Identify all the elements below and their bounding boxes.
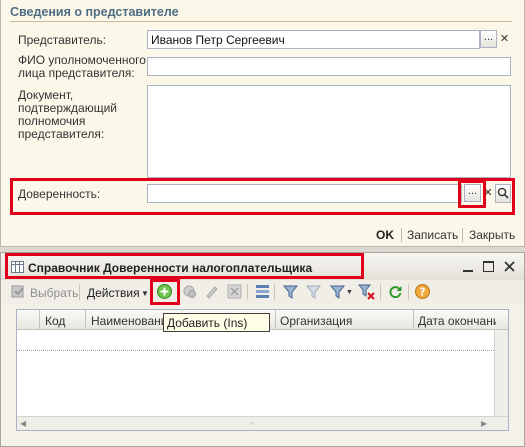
chevron-down-icon: ▼ [141, 289, 149, 298]
save-button[interactable]: Записать [407, 228, 458, 242]
scroll-thumb[interactable]: ◦ [250, 418, 253, 428]
toolbar-divider [408, 284, 409, 300]
chevron-down-icon[interactable]: ▼ [346, 289, 353, 296]
column-code[interactable]: Код [45, 314, 65, 328]
toolbar-divider [247, 284, 248, 300]
column-organization[interactable]: Организация [280, 314, 352, 328]
copy-icon[interactable] [181, 283, 198, 300]
column-name[interactable]: Наименование [91, 314, 164, 328]
representative-value: Иванов Петр Сергеевич [151, 33, 285, 47]
toolbar-divider [380, 284, 381, 300]
horizontal-scrollbar[interactable]: ◀ ◦ ▶ [17, 416, 508, 430]
select-button-highlight [458, 180, 486, 208]
footer-divider [401, 228, 402, 242]
filter-icon[interactable] [282, 283, 299, 300]
choose-button[interactable]: Выбрать [30, 286, 78, 300]
svg-text:?: ? [419, 286, 425, 299]
fio-label-line2: лица представителя: [18, 66, 135, 80]
filter-icon[interactable] [305, 283, 322, 300]
fio-field[interactable] [147, 57, 511, 76]
section-divider [10, 21, 512, 22]
add-tooltip: Добавить (Ins) [163, 313, 270, 332]
delete-icon[interactable] [226, 283, 243, 300]
column-end-date[interactable]: Дата окончани [418, 314, 496, 328]
ok-button[interactable]: OK [376, 228, 394, 242]
footer-divider [462, 228, 463, 242]
hierarchy-icon[interactable] [254, 283, 271, 300]
maximize-icon[interactable] [483, 261, 494, 272]
column-divider [413, 310, 414, 330]
representative-form: Сведения о представителе Представитель: … [0, 0, 525, 247]
doc-label-line4: представителя: [18, 127, 105, 141]
document-textarea[interactable] [147, 85, 511, 178]
choose-icon [11, 285, 24, 298]
representative-field[interactable]: Иванов Петр Сергеевич [147, 30, 480, 49]
window-toolbar: Выбрать Действия ▼ ▼ ? [1, 279, 524, 305]
poa-highlight-frame [10, 178, 515, 215]
help-icon[interactable]: ? [414, 283, 431, 300]
edit-icon[interactable] [203, 283, 220, 300]
table-row[interactable] [17, 331, 494, 351]
representative-label: Представитель: [18, 33, 107, 47]
scroll-left-icon[interactable]: ◀ [20, 419, 26, 428]
filter-icon[interactable] [329, 283, 346, 300]
catalog-window: Справочник Доверенности налогоплательщик… [0, 252, 525, 447]
minimize-icon[interactable] [463, 270, 473, 272]
close-icon[interactable] [504, 261, 515, 272]
scroll-right-icon[interactable]: ▶ [481, 419, 487, 428]
toolbar-divider [274, 284, 275, 300]
refresh-icon[interactable] [387, 283, 404, 300]
column-divider [39, 310, 40, 330]
clear-x-icon[interactable]: ✕ [498, 31, 511, 48]
section-title: Сведения о представителе [10, 5, 179, 19]
close-form-button[interactable]: Закрыть [469, 228, 515, 242]
title-highlight [5, 253, 364, 279]
column-divider [85, 310, 86, 330]
column-divider [275, 310, 276, 330]
add-button-highlight [150, 279, 180, 305]
representative-select-button[interactable]: ... [480, 30, 497, 48]
actions-menu[interactable]: Действия [87, 286, 140, 300]
toolbar-divider [79, 284, 80, 300]
vertical-scrollbar[interactable] [494, 330, 508, 418]
filter-clear-icon[interactable] [358, 283, 375, 300]
